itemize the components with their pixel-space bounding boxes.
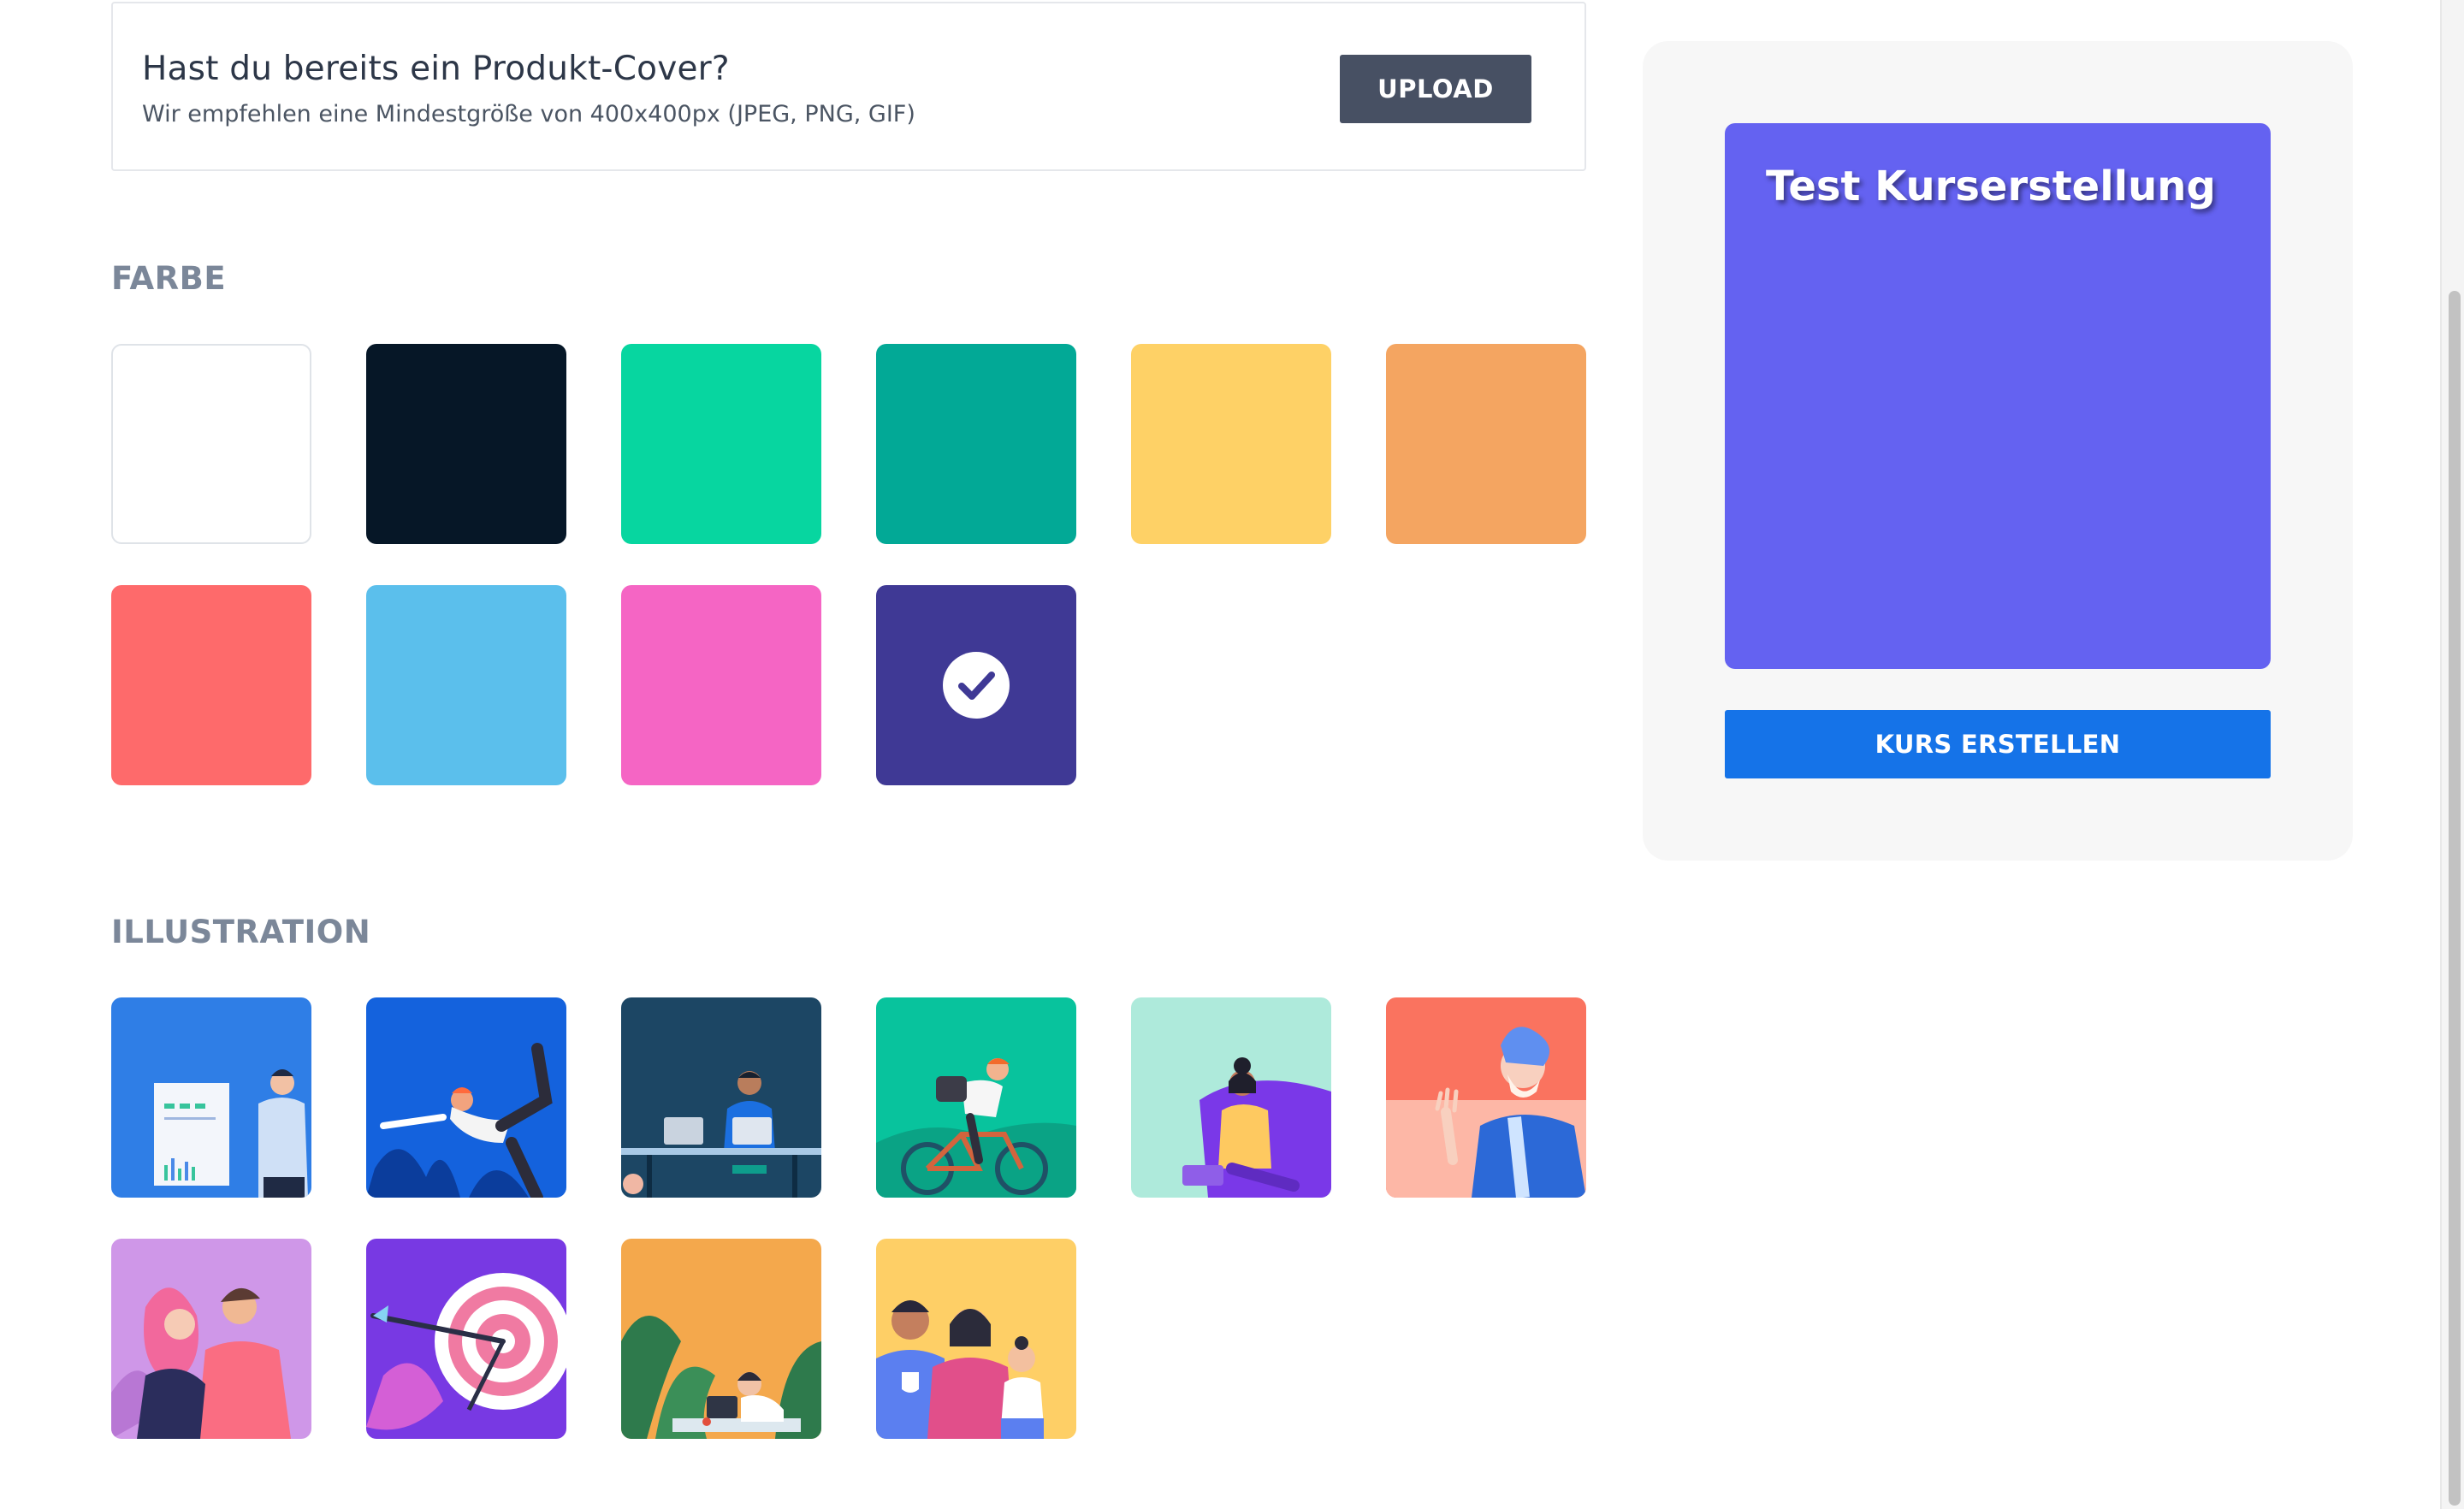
illustration-desk-work[interactable] — [621, 997, 821, 1198]
illustration-family[interactable] — [876, 1239, 1076, 1439]
color-swatch-navy[interactable] — [366, 344, 566, 544]
illustration-jungle-laptop[interactable] — [621, 1239, 821, 1439]
scrollbar-thumb[interactable] — [2449, 291, 2461, 1506]
create-course-button[interactable]: KURS ERSTELLEN — [1725, 710, 2271, 778]
color-swatch-teal[interactable] — [876, 344, 1076, 544]
color-swatch-yellow[interactable] — [1131, 344, 1331, 544]
color-swatch-coral[interactable] — [111, 585, 311, 785]
scrollbar-track[interactable] — [2440, 0, 2464, 1509]
upload-title: Hast du bereits ein Produkt-Cover? — [142, 50, 730, 88]
illustration-presentation[interactable] — [111, 997, 311, 1198]
upload-button[interactable]: UPLOAD — [1340, 55, 1531, 123]
color-swatch-sky[interactable] — [366, 585, 566, 785]
illustration-couple[interactable] — [111, 1239, 311, 1439]
cover-title: Test Kurserstellung — [1766, 163, 2216, 210]
color-swatch-white[interactable] — [111, 344, 311, 544]
illustration-waving-man[interactable] — [1386, 997, 1586, 1198]
color-section-heading: FARBE — [111, 260, 227, 297]
color-swatch-pink[interactable] — [621, 585, 821, 785]
preview-panel: Test Kurserstellung KURS ERSTELLEN — [1643, 41, 2353, 861]
cover-preview: Test Kurserstellung — [1725, 123, 2271, 669]
illustration-target[interactable] — [366, 1239, 566, 1439]
upload-subtitle: Wir empfehlen eine Mindestgröße von 400x… — [142, 101, 915, 127]
illustration-cyclist[interactable] — [876, 997, 1076, 1198]
color-swatch-indigo-selected[interactable] — [876, 585, 1076, 785]
illustration-section-heading: ILLUSTRATION — [111, 914, 371, 950]
illustration-yoga[interactable] — [366, 997, 566, 1198]
upload-card: Hast du bereits ein Produkt-Cover? Wir e… — [111, 2, 1586, 171]
color-swatch-orange[interactable] — [1386, 344, 1586, 544]
illustration-laptop-chair[interactable] — [1131, 997, 1331, 1198]
color-swatch-mint[interactable] — [621, 344, 821, 544]
checkmark-icon — [943, 652, 1010, 719]
